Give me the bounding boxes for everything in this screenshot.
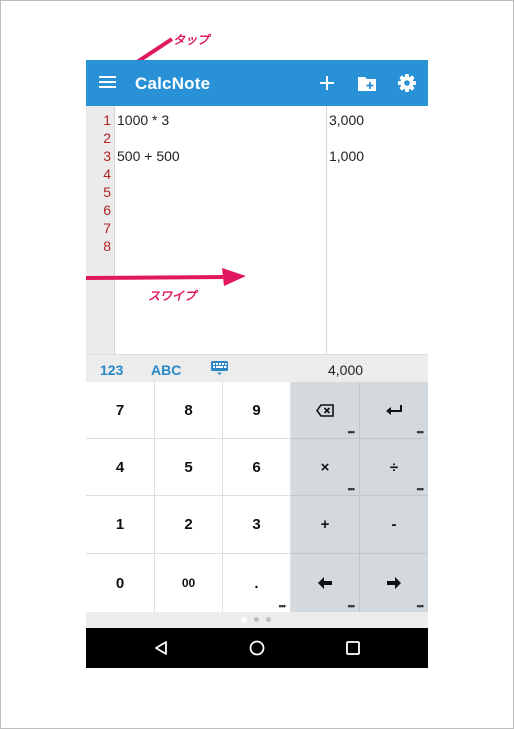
more-indicator: ••• bbox=[278, 601, 287, 611]
cursor-right-button[interactable]: ••• bbox=[360, 554, 428, 612]
divide-button[interactable]: ÷ ••• bbox=[360, 439, 428, 496]
page-indicator bbox=[86, 612, 428, 628]
arrow-right-icon bbox=[387, 577, 401, 589]
key-label: 4 bbox=[115, 458, 125, 476]
result-value bbox=[329, 201, 425, 219]
key-6[interactable]: 6 bbox=[223, 439, 291, 496]
expression-line[interactable] bbox=[117, 201, 325, 219]
minus-button[interactable]: - bbox=[360, 496, 428, 554]
expression-column[interactable]: 1000 * 3 500 + 500 bbox=[117, 111, 325, 255]
key-label: ÷ bbox=[389, 458, 399, 476]
total-value: 4,000 bbox=[328, 362, 364, 378]
key-5[interactable]: 5 bbox=[155, 439, 223, 496]
line-number: 8 bbox=[103, 238, 111, 254]
more-indicator: ••• bbox=[416, 484, 425, 494]
key-label: 1 bbox=[115, 516, 125, 533]
enter-button[interactable]: ••• bbox=[360, 382, 428, 439]
key-9[interactable]: 9 bbox=[223, 382, 291, 439]
line-number: 5 bbox=[103, 184, 111, 200]
key-label: 8 bbox=[184, 401, 193, 419]
app-bar: CalcNote bbox=[86, 60, 428, 106]
more-indicator: ••• bbox=[347, 427, 356, 437]
result-value bbox=[329, 165, 425, 183]
key-2[interactable]: 2 bbox=[155, 496, 223, 554]
key-label: 9 bbox=[252, 401, 261, 419]
key-label: - bbox=[391, 516, 397, 533]
page-dot[interactable] bbox=[254, 617, 259, 622]
key-label: 5 bbox=[184, 458, 193, 476]
expression-line[interactable] bbox=[117, 165, 325, 183]
key-label: 2 bbox=[184, 516, 193, 533]
key-label: 7 bbox=[115, 401, 125, 419]
line-number: 7 bbox=[103, 220, 111, 236]
more-indicator: ••• bbox=[347, 484, 356, 494]
expression-line[interactable]: 500 + 500 bbox=[117, 147, 325, 165]
key-label: . bbox=[254, 574, 259, 592]
note-editor[interactable]: 1 2 3 4 5 6 7 8 1000 * 3 500 + 500 3,000… bbox=[86, 106, 428, 354]
result-value: 1,000 bbox=[329, 148, 365, 164]
cursor-left-button[interactable]: ••• bbox=[291, 554, 360, 612]
line-number: 4 bbox=[103, 166, 111, 182]
column-divider bbox=[326, 106, 327, 354]
calculator-keypad: 7 8 9 ••• ••• 4 5 6 × ••• ÷ ••• 1 2 3 + - bbox=[86, 382, 428, 612]
page-dot[interactable] bbox=[266, 617, 271, 622]
key-3[interactable]: 3 bbox=[223, 496, 291, 554]
new-folder-icon[interactable] bbox=[356, 72, 378, 94]
keyboard-icon[interactable] bbox=[210, 360, 229, 376]
settings-gear-icon[interactable] bbox=[396, 72, 418, 94]
key-label: 00 bbox=[181, 576, 196, 590]
key-label: 6 bbox=[252, 458, 261, 476]
line-number: 2 bbox=[103, 130, 111, 146]
result-value bbox=[329, 183, 425, 201]
phone-screen: CalcNote 1 2 3 4 5 6 7 8 1000 * 3 500 + … bbox=[86, 60, 428, 668]
recents-icon[interactable] bbox=[344, 639, 362, 657]
multiply-button[interactable]: × ••• bbox=[291, 439, 360, 496]
result-value bbox=[329, 219, 425, 237]
result-value bbox=[329, 237, 425, 255]
result-column: 3,000 1,000 bbox=[329, 111, 425, 255]
backspace-button[interactable]: ••• bbox=[291, 382, 360, 439]
expression-line[interactable]: 1000 * 3 bbox=[117, 111, 325, 129]
home-icon[interactable] bbox=[248, 639, 266, 657]
key-decimal[interactable]: . ••• bbox=[223, 554, 291, 612]
key-7[interactable]: 7 bbox=[86, 382, 155, 439]
result-value bbox=[329, 129, 425, 147]
enter-icon bbox=[386, 405, 402, 415]
page-dot-active[interactable] bbox=[241, 617, 247, 623]
plus-button[interactable]: + bbox=[291, 496, 360, 554]
expression-line[interactable] bbox=[117, 219, 325, 237]
expression-line[interactable] bbox=[117, 237, 325, 255]
numeric-mode-tab[interactable]: 123 bbox=[100, 362, 123, 378]
more-indicator: ••• bbox=[416, 427, 425, 437]
swipe-annotation: スワイプ bbox=[148, 289, 197, 303]
more-indicator: ••• bbox=[416, 601, 425, 611]
more-indicator: ••• bbox=[347, 601, 356, 611]
app-title: CalcNote bbox=[135, 74, 211, 93]
menu-icon[interactable] bbox=[98, 73, 118, 93]
backspace-icon bbox=[316, 403, 334, 417]
alpha-mode-tab[interactable]: ABC bbox=[151, 362, 181, 378]
line-number-gutter: 1 2 3 4 5 6 7 8 bbox=[86, 106, 115, 354]
expression-line[interactable] bbox=[117, 183, 325, 201]
back-icon[interactable] bbox=[152, 639, 170, 657]
key-8[interactable]: 8 bbox=[155, 382, 223, 439]
android-nav-bar bbox=[86, 628, 428, 668]
line-number: 1 bbox=[103, 112, 111, 128]
add-icon[interactable] bbox=[316, 72, 338, 94]
expression-line[interactable] bbox=[117, 129, 325, 147]
arrow-left-icon bbox=[318, 577, 332, 589]
key-1[interactable]: 1 bbox=[86, 496, 155, 554]
line-number: 3 bbox=[103, 148, 111, 164]
key-label: + bbox=[320, 516, 330, 533]
key-00[interactable]: 00 bbox=[155, 554, 223, 612]
keyboard-mode-bar: 123 ABC 4,000 bbox=[86, 354, 428, 382]
key-0[interactable]: 0 bbox=[86, 554, 155, 612]
key-label: 3 bbox=[252, 516, 261, 533]
line-number: 6 bbox=[103, 202, 111, 218]
result-value: 3,000 bbox=[329, 112, 365, 128]
key-4[interactable]: 4 bbox=[86, 439, 155, 496]
key-label: × bbox=[320, 458, 330, 476]
key-label: 0 bbox=[115, 574, 125, 592]
